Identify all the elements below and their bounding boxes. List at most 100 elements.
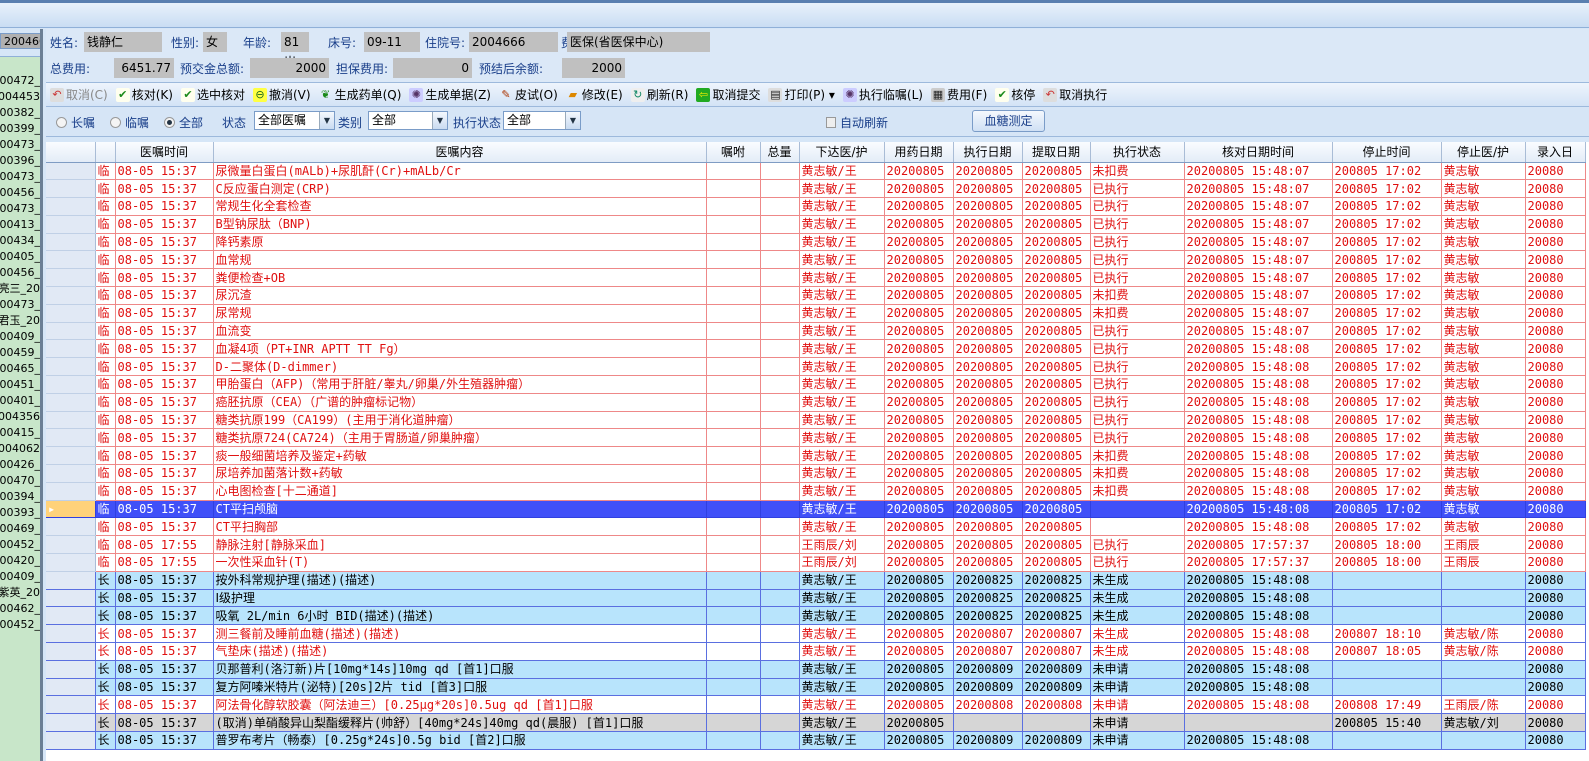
patient-list-item[interactable]: _200399 <box>0 121 40 137</box>
patient-list-item[interactable]: _200401 <box>0 393 40 409</box>
chevron-down-icon[interactable]: ▼ <box>319 112 334 129</box>
column-header[interactable] <box>95 142 116 163</box>
table-row[interactable]: 长 08-05 15:37 Ⅰ级护理 黄志敏/王 20200805 20200825 202… <box>46 589 1586 608</box>
patient-list-item[interactable]: 紫英_20 <box>0 585 40 601</box>
table-row[interactable]: ▸ 临 08-05 15:37 CT平扫颅脑 黄志敏/王 20200805 20200805… <box>46 500 1586 519</box>
table-row[interactable]: 临 08-05 17:55 一次性采血针(T) 王雨辰/刘 20200805 202008… <box>46 553 1586 572</box>
row-selector[interactable] <box>46 286 96 305</box>
column-header[interactable]: 执行日期 <box>953 142 1023 163</box>
table-row[interactable]: 临 08-05 15:37 尿微量白蛋白(mALb)+尿肌酐(Cr)+mALb/Cr… <box>46 162 1586 181</box>
table-row[interactable]: 临 08-05 15:37 常规生化全套检查 黄志敏/王 20200805 2020080… <box>46 197 1586 216</box>
row-selector[interactable] <box>46 517 96 537</box>
toolbar-button-7[interactable]: ▰ 修改(E) <box>566 86 623 103</box>
patient-list-item[interactable]: _200470 <box>0 473 40 489</box>
patient-list-item[interactable]: _200394 <box>0 489 40 505</box>
toolbar-button-13[interactable]: ✔ 核停 <box>995 86 1035 103</box>
patient-list-item[interactable]: _200409 <box>0 569 40 585</box>
table-row[interactable]: 临 08-05 15:37 糖类抗原199（CA199）(主用于消化道肿瘤） 黄志敏/… <box>46 411 1586 430</box>
patient-list-item[interactable]: _200452 <box>0 537 40 553</box>
table-row[interactable]: 临 08-05 15:37 癌胚抗原（CEA）（广谱的肿瘤标记物） 黄志敏/王 2020… <box>46 393 1586 412</box>
table-row[interactable]: 长 08-05 15:37 (取消)单硝酸异山梨酯缓释片(帅舒）[40mg*24s]… <box>46 713 1586 732</box>
table-row[interactable]: 临 08-05 15:37 血流变 黄志敏/王 20200805 20200805 2020… <box>46 322 1586 341</box>
patient-list-item[interactable]: _200405 <box>0 249 40 265</box>
table-row[interactable]: 长 08-05 15:37 气垫床(描述)(描述) 黄志敏/王 20200805 2020… <box>46 642 1586 661</box>
table-row[interactable]: 临 08-05 15:37 B型钠尿肽（BNP) 黄志敏/王 20200805 20200… <box>46 215 1586 234</box>
toolbar-button-9[interactable]: ⇦ 取消提交 <box>696 86 760 103</box>
table-row[interactable]: 长 08-05 15:37 按外科常规护理(描述)(描述) 黄志敏/王 20200805… <box>46 571 1586 590</box>
long-term-radio[interactable]: 长嘱 <box>56 114 95 131</box>
table-row[interactable]: 长 08-05 15:37 测三餐前及睡前血糖(描述)(描述) 黄志敏/王 202008… <box>46 624 1586 644</box>
patient-list-item[interactable]: _200456 <box>0 265 40 281</box>
column-header[interactable]: 总量 <box>760 142 800 163</box>
row-selector[interactable] <box>46 233 96 252</box>
patient-list-item[interactable]: _200382 <box>0 105 40 121</box>
table-row[interactable]: 临 08-05 15:37 尿常规 黄志敏/王 20200805 20200805 2020… <box>46 304 1586 323</box>
table-row[interactable]: 临 08-05 15:37 心电图检查[十二通道] 黄志敏/王 20200805 2020… <box>46 482 1586 501</box>
patient-list-item[interactable]: _200473 <box>0 169 40 185</box>
table-row[interactable]: 临 08-05 15:37 血凝4项（PT+INR APTT TT Fg） 黄志敏/王… <box>46 339 1586 359</box>
patient-list-item[interactable]: _200413 <box>0 217 40 233</box>
row-selector[interactable] <box>46 642 96 661</box>
table-row[interactable]: 临 08-05 15:37 降钙素原 黄志敏/王 20200805 20200805 202… <box>46 233 1586 252</box>
row-selector[interactable] <box>46 695 96 715</box>
table-row[interactable]: 临 08-05 15:37 血常规 黄志敏/王 20200805 20200805 2020… <box>46 250 1586 270</box>
column-header[interactable]: 核对日期时间 <box>1184 142 1333 163</box>
table-row[interactable]: 临 08-05 15:37 甲胎蛋白（AFP)（常用于肝脏/睾丸/卵巢/外生殖器肿瘤… <box>46 375 1586 394</box>
patient-list-item[interactable]: _200473 <box>0 297 40 313</box>
table-row[interactable]: 长 08-05 15:37 普罗布考片（畅泰）[0.25g*24s]0.5g bid… <box>46 731 1586 750</box>
row-selector[interactable] <box>46 375 96 394</box>
row-selector[interactable] <box>46 197 96 216</box>
table-row[interactable]: 临 08-05 15:37 尿沉渣 黄志敏/王 20200805 20200805 2020… <box>46 286 1586 305</box>
toolbar-button-2[interactable]: ✔ 选中核对 <box>180 86 245 103</box>
row-selector[interactable] <box>46 428 96 448</box>
row-selector[interactable] <box>46 589 96 608</box>
row-selector[interactable] <box>46 339 96 359</box>
row-selector[interactable] <box>46 411 96 430</box>
table-row[interactable]: 长 08-05 15:37 贝那普利(洛汀新)片[10mg*14s]10mg qd … <box>46 660 1586 679</box>
toolbar-button-14[interactable]: ↶ 取消执行 <box>1043 86 1107 103</box>
column-header[interactable]: 嘱咐 <box>706 142 761 163</box>
patient-list-item[interactable]: 004356_ <box>0 409 40 425</box>
row-selector[interactable] <box>46 553 96 572</box>
row-selector[interactable] <box>46 624 96 644</box>
table-row[interactable]: 临 08-05 15:37 粪便检查+OB 黄志敏/王 20200805 20200805… <box>46 268 1586 288</box>
auto-refresh-checkbox[interactable]: 自动刷新 <box>826 114 888 131</box>
column-header[interactable]: 提取日期 <box>1022 142 1091 163</box>
row-selector[interactable] <box>46 357 96 377</box>
table-row[interactable]: 临 08-05 15:37 C反应蛋白测定(CRP) 黄志敏/王 20200805 202… <box>46 179 1586 199</box>
row-selector[interactable] <box>46 393 96 412</box>
patient-list-item[interactable]: _200409 <box>0 329 40 345</box>
patient-list-item[interactable]: _200420 <box>0 553 40 569</box>
patient-list-item[interactable]: 004453_ <box>0 89 40 105</box>
toolbar-button-1[interactable]: ✔ 核对(K) <box>115 86 173 103</box>
toolbar-button-10[interactable]: ▤ 打印(P) ▾ <box>768 86 835 103</box>
row-selector[interactable] <box>46 731 96 750</box>
row-selector[interactable] <box>46 571 96 590</box>
patient-list-item[interactable]: _200456 <box>0 185 40 201</box>
column-header[interactable]: 停止时间 <box>1332 142 1442 163</box>
patient-list-item[interactable]: _200459 <box>0 345 40 361</box>
patient-list-item[interactable]: _200451 <box>0 377 40 393</box>
row-selector[interactable] <box>46 446 96 466</box>
exec-status-select[interactable]: 全部 ▼ <box>503 111 581 130</box>
table-row[interactable]: 临 08-05 15:37 痰一般细菌培养及鉴定+药敏 黄志敏/王 20200805 20… <box>46 446 1586 466</box>
toolbar-button-6[interactable]: ✎ 皮试(O) <box>499 86 557 103</box>
toolbar-button-3[interactable]: ⊖ 撤消(V) <box>253 86 311 103</box>
row-selector[interactable] <box>46 268 96 288</box>
patient-list-item[interactable]: _200472 <box>0 73 40 89</box>
patient-list-item[interactable]: _200473 <box>0 137 40 153</box>
all-radio[interactable]: 全部 <box>164 114 203 131</box>
table-row[interactable]: 长 08-05 15:37 阿法骨化醇软胶囊（阿法迪三）[0.25μg*20s]0.… <box>46 695 1586 715</box>
toolbar-button-12[interactable]: ▦ 费用(F) <box>930 86 987 103</box>
patient-list-item[interactable]: 亮三_20 <box>0 281 40 297</box>
row-selector[interactable] <box>46 304 96 323</box>
toolbar-button-11[interactable]: ✺ 执行临嘱(L) <box>842 86 923 103</box>
table-row[interactable]: 临 08-05 15:37 尿培养加菌落计数+药敏 黄志敏/王 20200805 2020… <box>46 464 1586 483</box>
patient-list-item[interactable] <box>0 57 40 73</box>
chevron-down-icon[interactable]: ▼ <box>565 112 580 129</box>
column-header[interactable]: 执行状态 <box>1090 142 1185 163</box>
row-selector[interactable] <box>46 215 96 234</box>
column-header[interactable]: 下达医/护 <box>799 142 885 163</box>
toolbar-button-5[interactable]: ✺ 生成单据(Z) <box>409 86 491 103</box>
row-selector[interactable] <box>46 713 96 732</box>
